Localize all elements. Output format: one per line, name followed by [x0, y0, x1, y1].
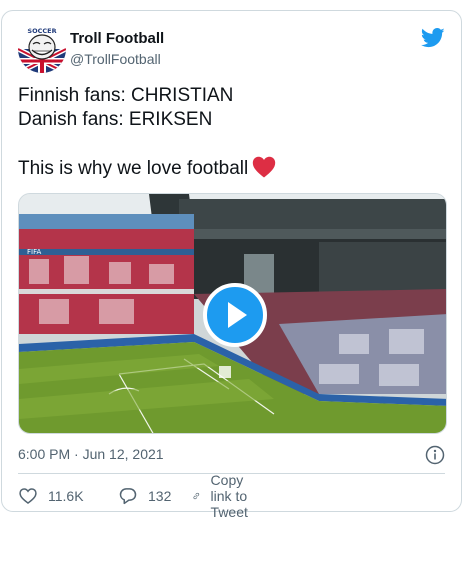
avatar[interactable]: SOCCER: [18, 25, 66, 73]
timestamp-separator: ·: [74, 446, 79, 462]
reply-button[interactable]: 132: [118, 485, 171, 507]
red-heart-emoji: [252, 156, 276, 185]
play-icon: [228, 302, 247, 328]
reply-count: 132: [148, 488, 172, 504]
tweet-timestamp[interactable]: 6:00 PM · Jun 12, 2021: [18, 446, 164, 462]
like-button[interactable]: 11.6K: [18, 485, 84, 507]
copy-link-label: Copy link to Tweet: [210, 472, 248, 520]
reply-bubble-icon: [119, 488, 137, 505]
twitter-bird-icon[interactable]: [421, 27, 445, 49]
tweet-line-3: This is why we love football: [18, 158, 249, 179]
link-icon: [193, 492, 200, 500]
tweet-line-3-wrap: This is why we love football: [18, 156, 445, 185]
tweet-line-1: Finnish fans: CHRISTIAN: [18, 85, 234, 106]
video-player[interactable]: FIFA: [18, 193, 447, 434]
copy-link-button[interactable]: Copy link to Tweet: [192, 472, 259, 520]
like-count: 11.6K: [48, 488, 84, 504]
tweet-date[interactable]: Jun 12, 2021: [83, 446, 164, 462]
svg-text:FIFA: FIFA: [27, 248, 41, 256]
tweet-text: Finnish fans: CHRISTIAN Danish fans: ERI…: [18, 84, 445, 185]
info-icon[interactable]: [425, 445, 445, 465]
heart-outline-icon: [19, 488, 37, 505]
play-button[interactable]: [203, 283, 267, 347]
tweet-line-2: Danish fans: ERIKSEN: [18, 109, 213, 130]
tweet-card[interactable]: SOCCER Troll Football @TrollFootball Fin…: [1, 10, 462, 520]
tweet-time[interactable]: 6:00 PM: [18, 446, 70, 462]
author-name[interactable]: Troll Football: [70, 30, 164, 47]
tweet-header: SOCCER Troll Football @TrollFootball: [18, 25, 445, 75]
author-handle[interactable]: @TrollFootball: [70, 51, 161, 67]
svg-text:SOCCER: SOCCER: [27, 27, 56, 35]
